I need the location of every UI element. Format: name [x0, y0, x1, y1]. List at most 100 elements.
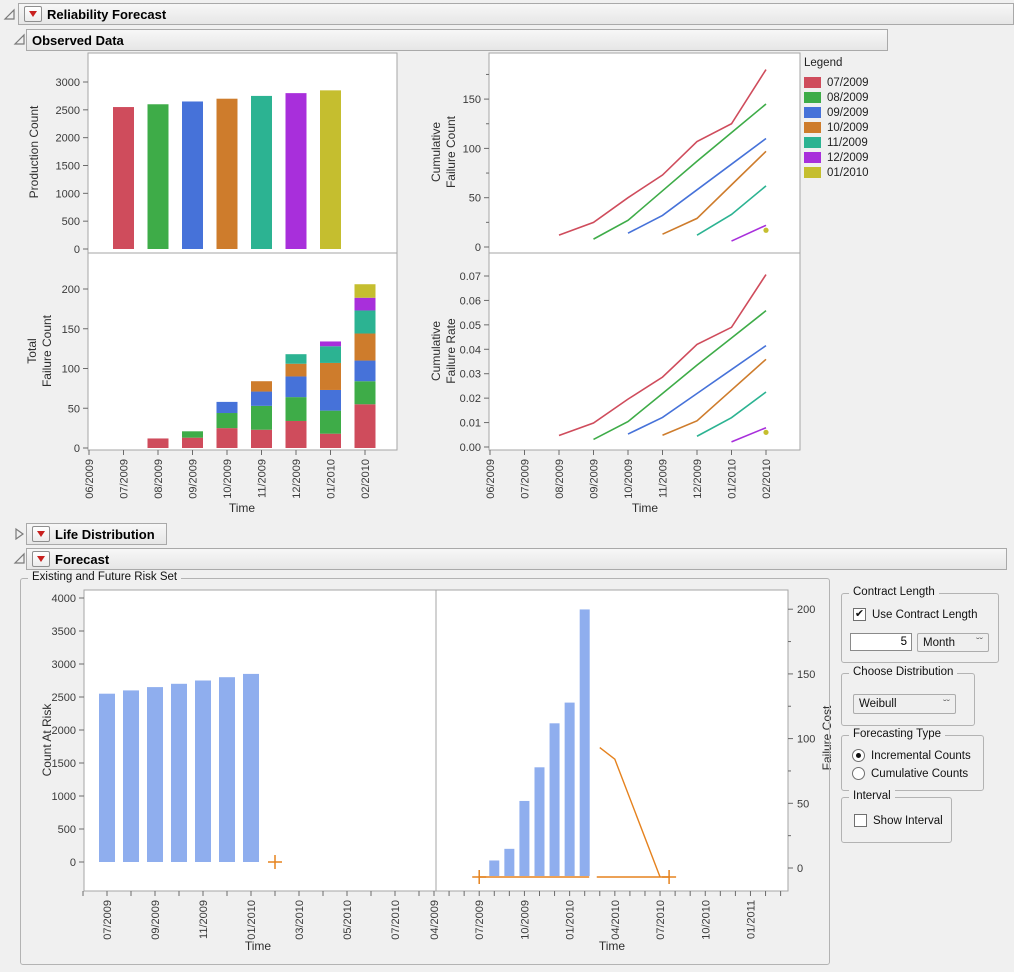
forecasting-type-title: Forecasting Type	[849, 728, 945, 740]
use-contract-length-checkbox[interactable]: ✔	[853, 608, 866, 621]
svg-text:1500: 1500	[56, 160, 80, 172]
disclosure-collapsed-icon[interactable]	[13, 527, 26, 540]
forecasting-type-groupbox: Forecasting Type Incremental Counts Cumu…	[841, 735, 984, 791]
incremental-counts-label: Incremental Counts	[871, 750, 971, 762]
svg-text:0.01: 0.01	[460, 418, 481, 430]
svg-text:100: 100	[62, 364, 80, 376]
contract-length-groupbox: Contract Length ✔ Use Contract Length Mo…	[841, 593, 999, 663]
legend-title: Legend	[804, 57, 869, 69]
legend-swatch-icon	[804, 137, 821, 148]
incremental-counts-row: Incremental Counts	[852, 749, 971, 762]
svg-text:02/2010: 02/2010	[360, 459, 372, 499]
svg-text:0.07: 0.07	[460, 271, 481, 283]
svg-text:0.00: 0.00	[460, 442, 481, 454]
chevron-down-icon: ˘ˇ	[976, 637, 983, 648]
contract-length-title: Contract Length	[849, 586, 939, 598]
legend-item[interactable]: 10/2009	[804, 120, 869, 135]
svg-text:0: 0	[74, 244, 80, 256]
risk-set-groupbox: Existing and Future Risk Set	[20, 578, 830, 965]
interval-title: Interval	[849, 790, 895, 802]
observed-data-charts: 0500100015002000250030000501001502000501…	[25, 53, 800, 515]
cumulative-counts-row: Cumulative Counts	[852, 767, 968, 780]
disclosure-open-icon[interactable]	[13, 552, 26, 565]
svg-text:10/2009: 10/2009	[222, 459, 234, 499]
svg-text:Time: Time	[229, 501, 256, 515]
svg-text:Cumulative: Cumulative	[429, 122, 443, 182]
disclosure-open-icon[interactable]	[13, 33, 26, 46]
svg-text:2000: 2000	[56, 133, 80, 145]
legend-swatch-icon	[804, 77, 821, 88]
section-header-forecast[interactable]: Forecast	[26, 548, 1007, 570]
section-title: Observed Data	[32, 33, 124, 48]
show-interval-checkbox[interactable]	[854, 814, 867, 827]
red-triangle-menu-icon[interactable]	[32, 551, 50, 567]
svg-text:09/2009: 09/2009	[188, 459, 200, 499]
legend-item[interactable]: 12/2009	[804, 150, 869, 165]
svg-text:11/2009: 11/2009	[658, 459, 670, 498]
svg-text:12/2009: 12/2009	[692, 459, 704, 499]
section-header-observed-data[interactable]: Observed Data	[26, 29, 888, 51]
red-triangle-menu-icon[interactable]	[24, 6, 42, 22]
red-triangle-menu-icon[interactable]	[32, 526, 50, 542]
disclosure-open-icon[interactable]	[3, 8, 16, 21]
legend-swatch-icon	[804, 92, 821, 103]
svg-text:0: 0	[74, 443, 80, 455]
distribution-dropdown[interactable]: Weibull ˘ˇ	[853, 694, 956, 714]
svg-text:Failure Rate: Failure Rate	[444, 318, 458, 384]
svg-text:Total: Total	[25, 338, 39, 363]
svg-text:50: 50	[68, 403, 80, 415]
svg-text:08/2009: 08/2009	[554, 459, 566, 499]
use-contract-length-label: Use Contract Length	[872, 609, 977, 621]
svg-text:Production Count: Production Count	[27, 105, 41, 198]
legend-label: 10/2009	[827, 122, 869, 134]
svg-text:10/2009: 10/2009	[623, 459, 635, 499]
show-interval-label: Show Interval	[873, 815, 943, 827]
risk-set-group-title: Existing and Future Risk Set	[28, 571, 181, 583]
section-header-reliability-forecast[interactable]: Reliability Forecast	[18, 3, 1014, 25]
section-title: Reliability Forecast	[47, 7, 166, 22]
section-header-life-distribution[interactable]: Life Distribution	[26, 523, 167, 545]
svg-text:0.05: 0.05	[460, 320, 481, 332]
legend-swatch-icon	[804, 167, 821, 178]
distribution-value: Weibull	[859, 698, 897, 710]
cumulative-counts-radio[interactable]	[852, 767, 865, 780]
cumulative-counts-label: Cumulative Counts	[871, 768, 968, 780]
svg-text:01/2010: 01/2010	[326, 459, 338, 499]
svg-text:1000: 1000	[56, 188, 80, 200]
svg-text:Time: Time	[632, 501, 659, 515]
svg-text:06/2009: 06/2009	[485, 459, 497, 499]
svg-text:12/2009: 12/2009	[291, 459, 303, 499]
svg-text:Cumulative: Cumulative	[429, 321, 443, 381]
contract-unit-dropdown[interactable]: Month ˘ˇ	[917, 633, 989, 652]
section-title: Life Distribution	[55, 527, 155, 542]
legend-item[interactable]: 11/2009	[804, 135, 869, 150]
svg-text:150: 150	[463, 94, 481, 106]
svg-text:100: 100	[463, 143, 481, 155]
incremental-counts-radio[interactable]	[852, 749, 865, 762]
legend-item[interactable]: 07/2009	[804, 75, 869, 90]
show-interval-row: Show Interval	[854, 814, 943, 827]
svg-text:0.06: 0.06	[460, 295, 481, 307]
section-title: Forecast	[55, 552, 109, 567]
svg-text:06/2009: 06/2009	[84, 459, 96, 499]
legend-swatch-icon	[804, 152, 821, 163]
svg-text:09/2009: 09/2009	[589, 459, 601, 499]
svg-text:01/2010: 01/2010	[727, 459, 739, 499]
legend-label: 11/2009	[827, 137, 868, 149]
choose-distribution-groupbox: Choose Distribution Weibull ˘ˇ	[841, 673, 975, 726]
legend-label: 09/2009	[827, 107, 869, 119]
svg-text:500: 500	[62, 216, 80, 228]
svg-text:0.04: 0.04	[460, 344, 481, 356]
contract-unit-value: Month	[923, 637, 955, 649]
svg-text:200: 200	[62, 284, 80, 296]
contract-length-input[interactable]	[850, 633, 912, 651]
legend-label: 08/2009	[827, 92, 869, 104]
legend-label: 07/2009	[827, 77, 869, 89]
svg-text:3000: 3000	[56, 77, 80, 89]
legend-item[interactable]: 09/2009	[804, 105, 869, 120]
legend-item[interactable]: 01/2010	[804, 165, 869, 180]
reliability-forecast-window: 0500100015002000250030000501001502000501…	[0, 0, 1014, 972]
svg-text:0: 0	[475, 242, 481, 254]
legend-item[interactable]: 08/2009	[804, 90, 869, 105]
svg-text:Failure Count: Failure Count	[444, 115, 458, 188]
